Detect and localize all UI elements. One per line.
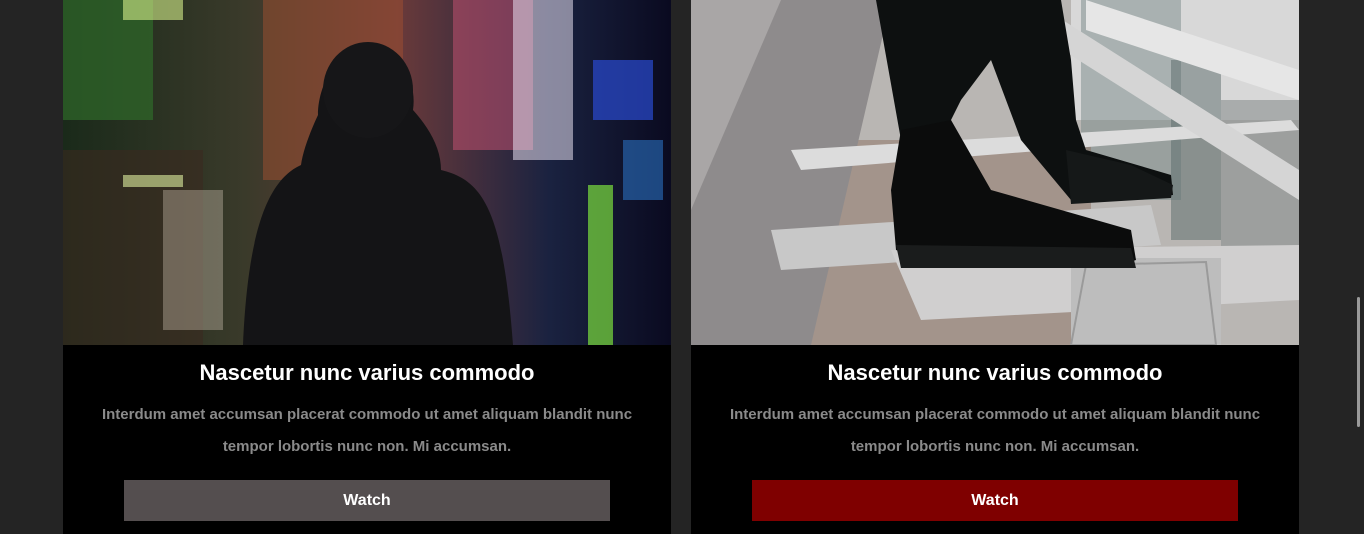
scrollbar-thumb[interactable] bbox=[1357, 297, 1360, 427]
card-title: Nascetur nunc varius commodo bbox=[199, 360, 535, 385]
card-image-stairs bbox=[691, 0, 1299, 345]
watch-button[interactable]: Watch bbox=[124, 480, 610, 521]
card-body: Nascetur nunc varius commodo Interdum am… bbox=[691, 345, 1299, 534]
card-image-night-city bbox=[63, 0, 671, 345]
card-description: Interdum amet accumsan placerat commodo … bbox=[101, 406, 633, 455]
card-title: Nascetur nunc varius commodo bbox=[827, 360, 1163, 385]
watch-button[interactable]: Watch bbox=[752, 480, 1238, 521]
sneakers-stairs-photo bbox=[691, 0, 1299, 345]
card-body: Nascetur nunc varius commodo Interdum am… bbox=[63, 345, 671, 534]
card-description: Interdum amet accumsan placerat commodo … bbox=[729, 406, 1261, 455]
night-city-photo bbox=[63, 0, 671, 345]
card-2: Nascetur nunc varius commodo Interdum am… bbox=[691, 0, 1299, 534]
card-1: Nascetur nunc varius commodo Interdum am… bbox=[63, 0, 671, 534]
